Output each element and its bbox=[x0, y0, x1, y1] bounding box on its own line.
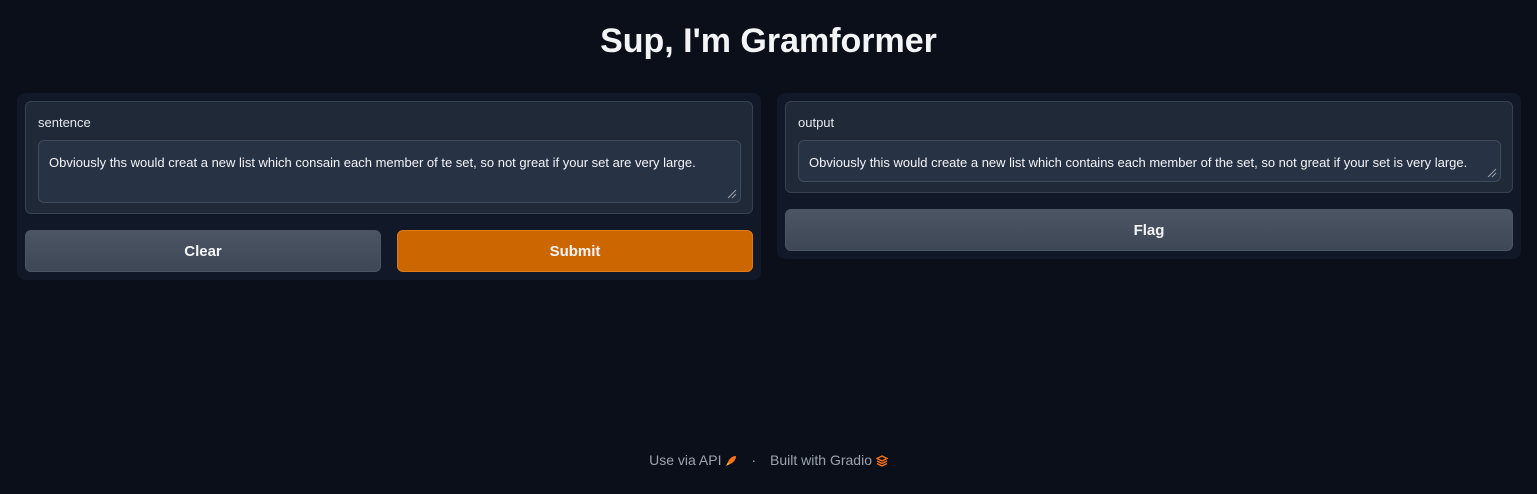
output-block: output Obviously this would create a new… bbox=[785, 101, 1513, 193]
flag-button[interactable]: Flag bbox=[785, 209, 1513, 251]
resize-handle-icon[interactable] bbox=[727, 189, 737, 199]
sentence-block: sentence Obviously ths would creat a new… bbox=[25, 101, 753, 214]
output-textbox[interactable]: Obviously this would create a new list w… bbox=[798, 140, 1501, 182]
use-via-api-link[interactable]: Use via API bbox=[649, 452, 737, 468]
built-with-gradio-link[interactable]: Built with Gradio bbox=[770, 452, 889, 468]
output-label: output bbox=[798, 115, 835, 130]
submit-button[interactable]: Submit bbox=[397, 230, 753, 272]
footer-separator: · bbox=[751, 452, 757, 468]
sentence-label: sentence bbox=[38, 115, 91, 130]
clear-button[interactable]: Clear bbox=[25, 230, 381, 272]
rocket-icon bbox=[726, 456, 737, 467]
page-title: Sup, I'm Gramformer bbox=[600, 22, 937, 60]
resize-handle-icon[interactable] bbox=[1487, 168, 1497, 178]
sentence-text: Obviously ths would creat a new list whi… bbox=[49, 155, 696, 170]
footer: Use via API · Built with Gradio bbox=[0, 452, 1537, 468]
output-text: Obviously this would create a new list w… bbox=[809, 155, 1468, 170]
output-panel: output Obviously this would create a new… bbox=[777, 93, 1521, 259]
input-panel: sentence Obviously ths would creat a new… bbox=[17, 93, 761, 280]
gradio-logo-icon bbox=[875, 455, 889, 468]
sentence-input[interactable]: Obviously ths would creat a new list whi… bbox=[38, 140, 741, 203]
